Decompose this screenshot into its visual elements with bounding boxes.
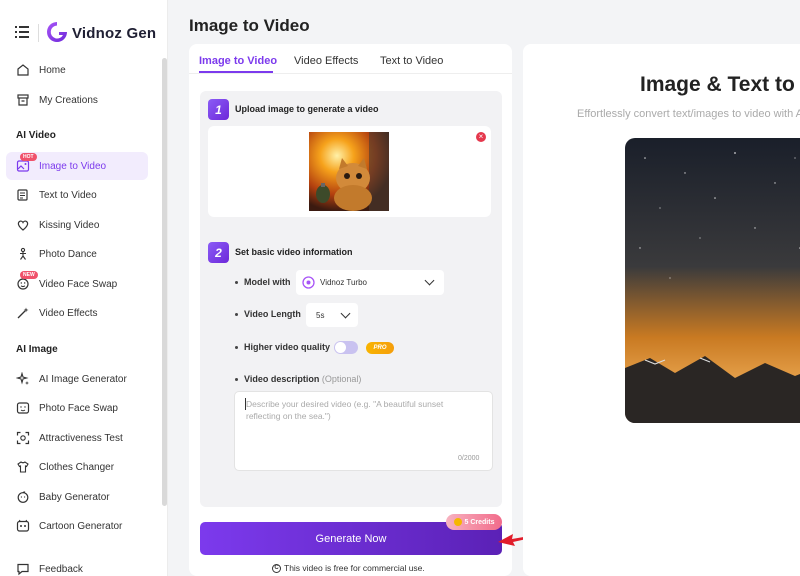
copyright-icon: C [272, 563, 281, 573]
shirt-icon [17, 461, 29, 473]
sidebar-item-label: Photo Face Swap [39, 402, 118, 414]
kiss-icon [17, 220, 29, 231]
sidebar-scrollbar[interactable] [162, 58, 167, 506]
tab-divider [189, 73, 512, 74]
quality-label: Higher video quality [244, 342, 331, 352]
sidebar-item-label: Clothes Changer [39, 461, 115, 473]
description-label-text: Video description [244, 374, 320, 384]
model-select[interactable]: Vidnoz Turbo [296, 270, 444, 295]
logo-icon[interactable] [46, 21, 68, 43]
model-value: Vidnoz Turbo [320, 278, 367, 287]
sidebar-item-kissing-video[interactable]: Kissing Video [6, 211, 148, 239]
sidebar-item-photo-face-swap[interactable]: Photo Face Swap [6, 394, 148, 422]
sidebar-item-label: Attractiveness Test [39, 432, 123, 444]
sidebar-item-label: Text to Video [39, 189, 97, 201]
preview-image [625, 138, 800, 423]
bullet [235, 313, 238, 316]
commercial-text: This video is free for commercial use. [284, 563, 425, 573]
sidebar-item-label: Photo Dance [39, 248, 97, 260]
bullet [235, 281, 238, 284]
sidebar-item-attractiveness-test[interactable]: Attractiveness Test [6, 424, 148, 452]
length-label: Video Length [244, 309, 301, 319]
baby-icon [17, 491, 29, 503]
sidebar-item-text-to-video[interactable]: Text to Video [6, 181, 148, 209]
section-ai-video: AI Video [16, 130, 56, 141]
sidebar-item-label: Image to Video [39, 160, 107, 172]
sidebar-item-clothes-changer[interactable]: Clothes Changer [6, 453, 148, 481]
credits-badge: 5 Credits [446, 514, 502, 530]
pro-badge: PRO [366, 342, 394, 354]
feedback-icon [17, 563, 29, 576]
length-value: 5s [316, 310, 325, 320]
sidebar-item-feedback[interactable]: Feedback [6, 555, 148, 576]
hero-title: Image & Text to V [640, 73, 800, 96]
step-2-badge: 2 [208, 242, 229, 263]
description-placeholder: Describe your desired video (e.g. "A bea… [246, 399, 444, 421]
sidebar-item-label: AI Image Generator [39, 373, 127, 385]
photo-swap-icon [16, 402, 30, 414]
logo-text[interactable]: Vidnoz Gen [72, 25, 156, 42]
active-tab-indicator [199, 71, 273, 73]
optional-text: (Optional) [321, 374, 362, 384]
sidebar-item-video-effects[interactable]: Video Effects [6, 299, 148, 327]
text-video-icon [17, 189, 28, 201]
home-icon [17, 64, 29, 76]
scan-icon [16, 431, 30, 445]
sidebar-header: Vidnoz Gen [0, 0, 168, 64]
tab-video-effects[interactable]: Video Effects [294, 55, 358, 67]
menu-icon[interactable] [15, 26, 29, 38]
sidebar-item-label: Video Effects [39, 307, 98, 319]
sidebar-item-baby-generator[interactable]: Baby Generator [6, 483, 148, 511]
sidebar-item-photo-dance[interactable]: Photo Dance [6, 240, 148, 268]
remove-image-button[interactable]: × [476, 132, 486, 142]
sidebar-item-label: Video Face Swap [39, 278, 118, 290]
magic-wand-icon [17, 307, 29, 319]
sidebar-item-label: Kissing Video [39, 219, 100, 231]
description-label: Video description (Optional) [244, 374, 361, 384]
quality-toggle[interactable] [334, 341, 358, 354]
section-ai-image: AI Image [16, 344, 58, 355]
step-1-badge: 1 [208, 99, 229, 120]
sidebar: Vidnoz Gen Home My Creations AI Video Im… [0, 0, 168, 576]
archive-icon [17, 94, 29, 106]
face-swap-icon [17, 278, 29, 290]
model-label: Model with [244, 277, 291, 287]
image-video-icon [16, 160, 30, 172]
bullet [235, 378, 238, 381]
hero-subtitle: Effortlessly convert text/images to vide… [577, 108, 800, 120]
chevron-down-icon [424, 275, 435, 286]
new-badge: NEW [20, 271, 38, 279]
chevron-down-icon [340, 308, 351, 319]
sidebar-item-label: Baby Generator [39, 491, 110, 503]
toggle-knob [335, 342, 346, 353]
dance-icon [20, 247, 26, 260]
coin-icon [453, 518, 462, 526]
commercial-note: C This video is free for commercial use. [272, 563, 425, 573]
length-select[interactable]: 5s [306, 303, 358, 327]
bullet [235, 346, 238, 349]
sidebar-item-label: Home [39, 64, 66, 76]
character-count: 0/2000 [458, 455, 480, 462]
header-divider [38, 24, 39, 42]
sidebar-item-cartoon-generator[interactable]: Cartoon Generator [6, 512, 148, 540]
uploaded-image-thumbnail [309, 132, 389, 211]
sidebar-item-label: Feedback [39, 563, 83, 575]
sparkle-icon [16, 372, 29, 385]
model-logo-icon [302, 276, 315, 289]
sidebar-item-label: My Creations [39, 94, 98, 106]
sidebar-item-home[interactable]: Home [6, 56, 148, 84]
page-title: Image to Video [189, 16, 310, 35]
cartoon-icon [16, 519, 30, 532]
tab-text-to-video[interactable]: Text to Video [380, 55, 443, 67]
sidebar-item-my-creations[interactable]: My Creations [6, 86, 148, 114]
tab-image-to-video[interactable]: Image to Video [199, 55, 277, 67]
credits-text: 5 Credits [464, 518, 495, 526]
step-1-title: Upload image to generate a video [235, 104, 379, 114]
hot-badge: HOT [20, 153, 37, 161]
sidebar-item-ai-image-generator[interactable]: AI Image Generator [6, 365, 148, 393]
sidebar-item-label: Cartoon Generator [39, 520, 123, 532]
step-2-title: Set basic video information [235, 247, 353, 257]
